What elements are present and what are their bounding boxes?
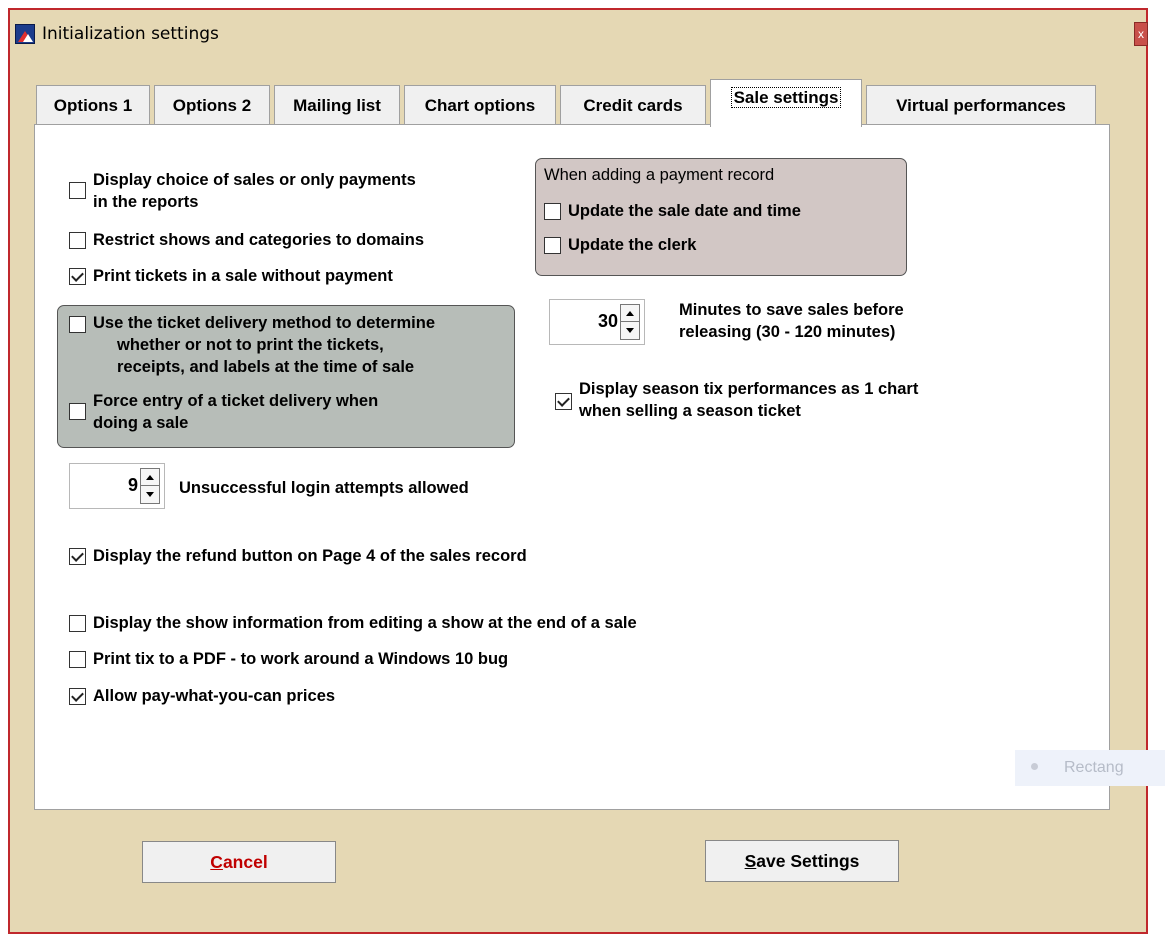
update-clerk-label[interactable]: Update the clerk bbox=[568, 234, 696, 256]
refund-button-checkbox[interactable] bbox=[69, 548, 86, 565]
save-settings-button[interactable]: Save Settings bbox=[705, 840, 899, 882]
refund-button-label[interactable]: Display the refund button on Page 4 of t… bbox=[93, 545, 527, 567]
spinner-up-icon[interactable] bbox=[141, 469, 159, 486]
rectangle-tool-overlay: Rectang bbox=[1015, 750, 1165, 786]
pay-what-you-can-checkbox[interactable] bbox=[69, 688, 86, 705]
tab-chart-options[interactable]: Chart options bbox=[404, 85, 556, 126]
payment-record-group: When adding a payment record Update the … bbox=[535, 158, 907, 276]
save-minutes-value: 30 bbox=[597, 311, 618, 331]
spinner-down-icon[interactable] bbox=[621, 322, 639, 339]
save-minutes-spinner[interactable]: 30 bbox=[549, 299, 645, 345]
tab-options-1[interactable]: Options 1 bbox=[36, 85, 150, 126]
tab-virtual-performances[interactable]: Virtual performances bbox=[866, 85, 1096, 126]
display-choice-label[interactable]: Display choice of sales or only payments… bbox=[93, 169, 416, 213]
cancel-button[interactable]: Cancel bbox=[142, 841, 336, 883]
ticket-delivery-group: Use the ticket delivery method to determ… bbox=[57, 305, 515, 448]
show-info-label[interactable]: Display the show information from editin… bbox=[93, 612, 637, 634]
tab-options-2[interactable]: Options 2 bbox=[154, 85, 270, 126]
update-sale-date-checkbox[interactable] bbox=[544, 203, 561, 220]
spinner-up-icon[interactable] bbox=[621, 305, 639, 322]
close-icon[interactable]: x bbox=[1134, 22, 1148, 46]
tab-credit-cards[interactable]: Credit cards bbox=[560, 85, 706, 126]
window-title: Initialization settings bbox=[42, 24, 219, 44]
restrict-shows-checkbox[interactable] bbox=[69, 232, 86, 249]
season-tix-label[interactable]: Display season tix performances as 1 cha… bbox=[579, 378, 918, 422]
force-delivery-label[interactable]: Force entry of a ticket delivery when do… bbox=[93, 390, 378, 434]
update-clerk-checkbox[interactable] bbox=[544, 237, 561, 254]
login-attempts-value: 9 bbox=[127, 475, 138, 495]
delivery-method-checkbox[interactable] bbox=[69, 316, 86, 333]
login-attempts-spinner[interactable]: 9 bbox=[69, 463, 165, 509]
tab-sale-settings[interactable]: Sale settings bbox=[710, 79, 862, 127]
update-sale-date-label[interactable]: Update the sale date and time bbox=[568, 200, 801, 222]
delivery-method-label[interactable]: Use the ticket delivery method to determ… bbox=[93, 312, 435, 378]
login-attempts-label: Unsuccessful login attempts allowed bbox=[179, 479, 469, 497]
restrict-shows-label[interactable]: Restrict shows and categories to domains bbox=[93, 229, 424, 251]
force-delivery-checkbox[interactable] bbox=[69, 403, 86, 420]
sale-settings-panel: Display choice of sales or only payments… bbox=[34, 124, 1110, 810]
initialization-settings-window: Initialization settings x Options 1 Opti… bbox=[8, 8, 1148, 934]
display-choice-checkbox[interactable] bbox=[69, 182, 86, 199]
season-tix-checkbox[interactable] bbox=[555, 393, 572, 410]
spinner-down-icon[interactable] bbox=[141, 486, 159, 503]
show-info-checkbox[interactable] bbox=[69, 615, 86, 632]
pay-what-you-can-label[interactable]: Allow pay-what-you-can prices bbox=[93, 685, 335, 707]
print-without-payment-label[interactable]: Print tickets in a sale without payment bbox=[93, 265, 393, 287]
print-pdf-checkbox[interactable] bbox=[69, 651, 86, 668]
theater-app-icon bbox=[15, 24, 35, 44]
tab-mailing-list[interactable]: Mailing list bbox=[274, 85, 400, 126]
print-pdf-label[interactable]: Print tix to a PDF - to work around a Wi… bbox=[93, 648, 508, 670]
save-minutes-label: Minutes to save sales before releasing (… bbox=[679, 301, 904, 341]
print-without-payment-checkbox[interactable] bbox=[69, 268, 86, 285]
payment-group-heading: When adding a payment record bbox=[544, 166, 775, 184]
title-bar[interactable]: Initialization settings x bbox=[10, 10, 1148, 52]
